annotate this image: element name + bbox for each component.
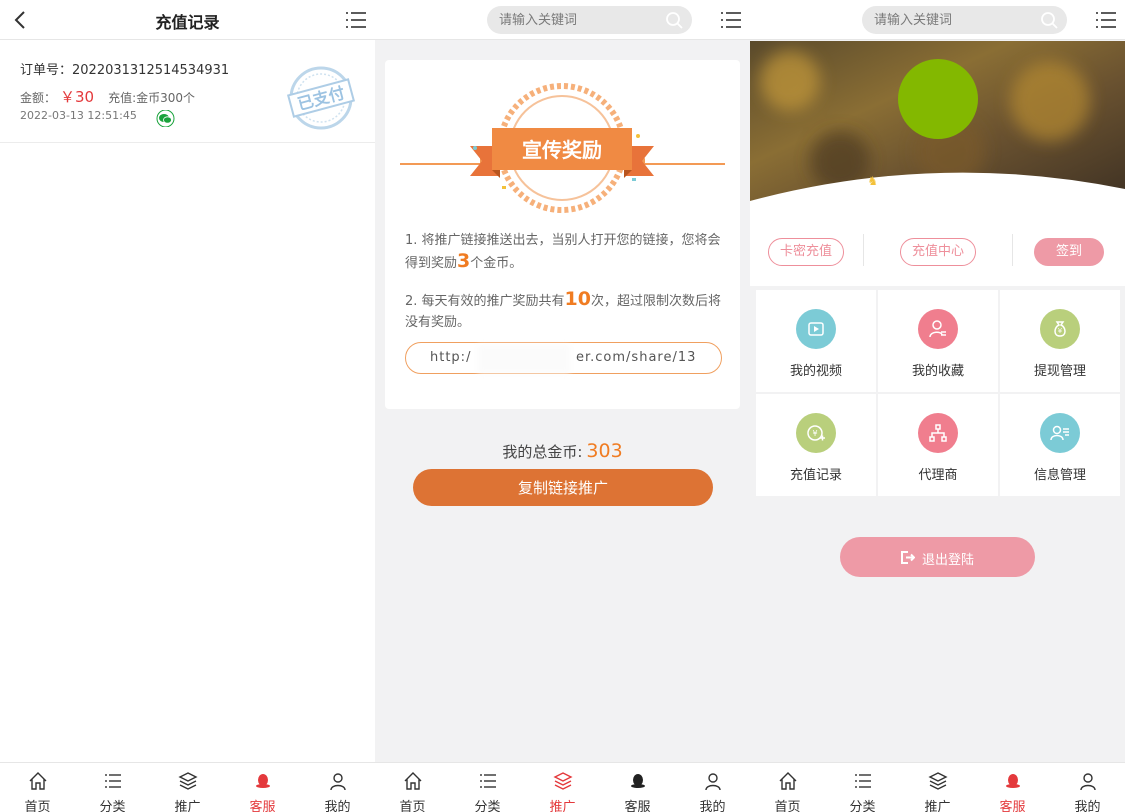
search-input[interactable] bbox=[874, 6, 1034, 34]
user-icon bbox=[329, 773, 346, 791]
card-recharge-button[interactable]: 卡密充值 bbox=[768, 238, 844, 266]
user-stats: ♞ 303 v 您还不是VIP bbox=[750, 172, 1125, 189]
user-icon bbox=[704, 773, 721, 791]
header: 充值记录 bbox=[0, 0, 375, 40]
home-icon bbox=[29, 772, 46, 790]
qq-icon bbox=[255, 774, 270, 788]
nav-promote[interactable]: 推广 bbox=[150, 763, 225, 812]
menu-icon[interactable] bbox=[1095, 10, 1117, 30]
nav-service[interactable]: 客服 bbox=[975, 763, 1050, 812]
search-icon[interactable] bbox=[1039, 10, 1059, 30]
total-coins: 我的总金币: 303 bbox=[502, 440, 623, 462]
home-icon bbox=[404, 772, 421, 790]
vip-status: 您还不是VIP bbox=[940, 174, 1008, 188]
wechat-icon bbox=[156, 110, 175, 127]
list-icon bbox=[854, 774, 871, 788]
sign-in-button[interactable]: 签到 bbox=[1034, 238, 1104, 266]
search-icon[interactable] bbox=[664, 10, 684, 30]
coin-icon: ♞ bbox=[867, 174, 879, 188]
nav-promote[interactable]: 推广 bbox=[900, 763, 975, 812]
page-title: 充值记录 bbox=[155, 13, 220, 32]
nav-home[interactable]: 首页 bbox=[750, 763, 825, 812]
grid-my-videos[interactable]: 我的视频 bbox=[756, 290, 876, 392]
nav-category[interactable]: 分类 bbox=[75, 763, 150, 812]
divider bbox=[1012, 234, 1013, 266]
nav-service[interactable]: 客服 bbox=[225, 763, 300, 812]
svg-text:¥: ¥ bbox=[1058, 327, 1063, 335]
nav-mine[interactable]: 我的 bbox=[300, 763, 375, 812]
search-bar[interactable] bbox=[862, 6, 1067, 34]
grid-info-manage[interactable]: 信息管理 bbox=[1000, 394, 1120, 496]
order-number: 订单号：2022031312514534931 bbox=[20, 63, 230, 78]
redacted-blur bbox=[478, 345, 570, 373]
rule-2: 2. 每天有效的推广奖励共有10次，超过限制次数后将没有奖励。 bbox=[405, 288, 722, 331]
header bbox=[375, 0, 750, 40]
amount-line: 金额： ￥30 充值:金币300个 bbox=[20, 88, 196, 106]
profile-hero: ♞ 303 v 您还不是VIP bbox=[750, 41, 1125, 216]
nav-mine[interactable]: 我的 bbox=[1050, 763, 1125, 812]
rule-1: 1. 将推广链接推送出去，当别人打开您的链接，您将会得到奖励3个金币。 bbox=[405, 233, 721, 272]
bottom-nav: 首页 分类 推广 客服 我的 bbox=[375, 762, 750, 812]
recharge-center-button[interactable]: 充值中心 bbox=[900, 238, 976, 266]
recharge-record-screen: 充值记录 订单号：2022031312514534931 金额： ￥30 充值:金币… bbox=[0, 0, 375, 812]
feature-grid: 我的视频 我的收藏 ¥ 提现管理 ¥ 充值记录 代理商 信息管理 bbox=[756, 290, 1120, 496]
layers-icon bbox=[177, 772, 198, 790]
promotion-card: 宣传奖励 1. 将推广链接推送出去，当别人打开您的链接，您将会得到奖励3个金币。… bbox=[385, 60, 740, 409]
share-link-field[interactable]: http:/ er.com/share/13 bbox=[405, 342, 722, 374]
grid-withdraw[interactable]: ¥ 提现管理 bbox=[1000, 290, 1120, 392]
layers-icon bbox=[927, 772, 948, 790]
menu-icon[interactable] bbox=[720, 10, 742, 30]
total-coins-value: 303 bbox=[586, 440, 623, 462]
list-icon bbox=[479, 774, 496, 788]
amount-value: ￥30 bbox=[60, 88, 95, 106]
list-icon bbox=[104, 774, 121, 788]
svg-text:¥: ¥ bbox=[812, 429, 817, 438]
qq-icon bbox=[1005, 774, 1020, 788]
action-buttons: 卡密充值 充值中心 签到 bbox=[750, 216, 1125, 286]
recharge-amount: 充值:金币300个 bbox=[108, 91, 196, 105]
grid-recharge-record[interactable]: ¥ 充值记录 bbox=[756, 394, 876, 496]
bottom-nav: 首页 分类 推广 客服 我的 bbox=[0, 762, 375, 812]
nav-category[interactable]: 分类 bbox=[450, 763, 525, 812]
promotion-screen: 宣传奖励 1. 将推广链接推送出去，当别人打开您的链接，您将会得到奖励3个金币。… bbox=[375, 0, 750, 812]
layers-icon bbox=[552, 772, 573, 790]
search-input[interactable] bbox=[499, 6, 659, 34]
menu-icon[interactable] bbox=[345, 10, 367, 30]
profile-screen: ♞ 303 v 您还不是VIP 卡密充值 充值中心 签到 我的视频 我的收藏 ¥ 提… bbox=[750, 0, 1125, 812]
video-icon bbox=[808, 322, 824, 336]
nav-service[interactable]: 客服 bbox=[600, 763, 675, 812]
nav-home[interactable]: 首页 bbox=[375, 763, 450, 812]
copy-link-button[interactable]: 复制链接推广 bbox=[413, 469, 713, 506]
nav-home[interactable]: 首页 bbox=[0, 763, 75, 812]
nav-mine[interactable]: 我的 bbox=[675, 763, 750, 812]
logout-button[interactable]: 退出登陆 bbox=[840, 537, 1035, 577]
promotion-banner: 宣传奖励 bbox=[400, 83, 725, 213]
home-icon bbox=[779, 772, 796, 790]
agent-icon bbox=[929, 424, 947, 442]
search-bar[interactable] bbox=[487, 6, 692, 34]
coin-count: 303 bbox=[886, 174, 909, 188]
grid-agent[interactable]: 代理商 bbox=[878, 394, 998, 496]
user-icon bbox=[1079, 773, 1096, 791]
nav-promote[interactable]: 推广 bbox=[525, 763, 600, 812]
vip-icon: v bbox=[924, 174, 933, 188]
favorite-icon bbox=[929, 320, 946, 338]
recharge-icon: ¥ bbox=[807, 425, 825, 441]
logout-icon bbox=[901, 551, 915, 564]
divider bbox=[863, 234, 864, 266]
header bbox=[750, 0, 1125, 40]
record-date: 2022-03-13 12:51:45 bbox=[20, 109, 137, 122]
list-item[interactable]: 订单号：2022031312514534931 金额： ￥30 充值:金币300个 … bbox=[0, 40, 375, 143]
svg-text:宣传奖励: 宣传奖励 bbox=[522, 138, 602, 162]
nav-category[interactable]: 分类 bbox=[825, 763, 900, 812]
paid-stamp: 已支付 bbox=[286, 66, 356, 130]
qq-icon bbox=[630, 774, 645, 788]
bottom-nav: 首页 分类 推广 客服 我的 bbox=[750, 762, 1125, 812]
grid-my-favorites[interactable]: 我的收藏 bbox=[878, 290, 998, 392]
avatar[interactable] bbox=[898, 59, 978, 139]
money-bag-icon: ¥ bbox=[1054, 321, 1066, 337]
info-icon bbox=[1050, 425, 1069, 441]
